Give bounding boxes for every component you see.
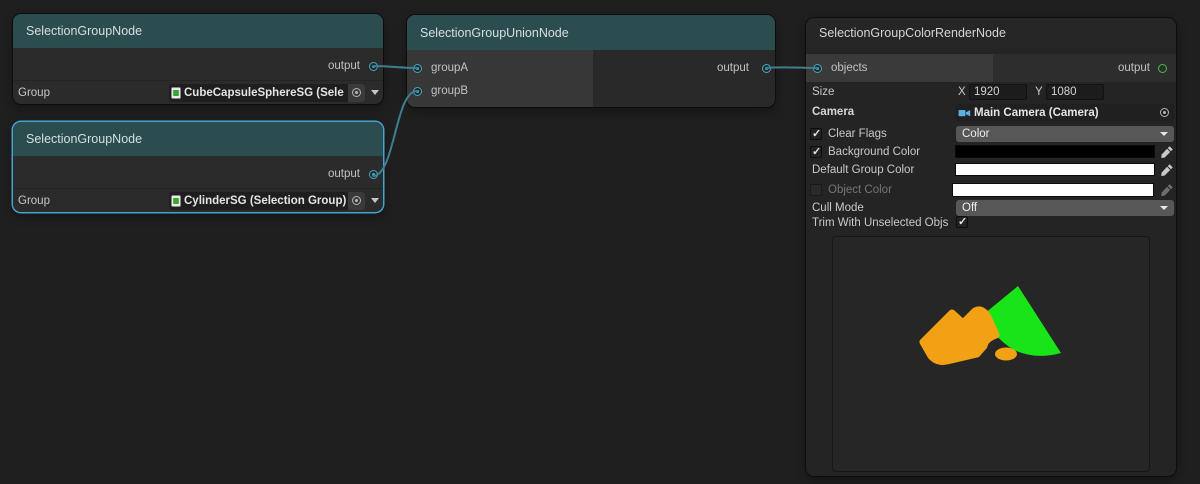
size-x-label: X [958, 86, 966, 98]
background-color-label: Background Color [828, 146, 920, 158]
input-port-groupB-label: groupB [431, 85, 468, 98]
node-selection-group-2[interactable]: SelectionGroupNode output Group Cylinder… [13, 122, 383, 212]
object-color-swatch [952, 183, 1154, 197]
background-color-checkbox[interactable] [810, 146, 822, 158]
group-label: Group [18, 87, 50, 99]
chevron-down-icon [1160, 206, 1168, 210]
object-picker-icon[interactable] [1160, 108, 1169, 117]
size-x-input[interactable]: 1920 [969, 84, 1027, 100]
preview-orange-shape [923, 310, 996, 362]
group-object-field[interactable]: CubeCapsuleSphereSG (Sele [169, 84, 365, 102]
object-color-label: Object Color [828, 184, 892, 196]
group-field-row: Group CubeCapsuleSphereSG (Sele [13, 80, 383, 104]
object-picker-button[interactable] [348, 84, 365, 102]
group-label: Group [18, 195, 50, 207]
input-port-groupA-label: groupA [431, 62, 468, 75]
node-title: SelectionGroupColorRenderNode [819, 26, 1006, 40]
eyedropper-icon[interactable] [1160, 163, 1174, 177]
output-port-label: output [328, 168, 360, 181]
default-group-color-label: Default Group Color [812, 164, 914, 176]
object-color-row: Object Color [806, 181, 1176, 199]
group-dropdown-caret-icon[interactable] [371, 90, 379, 95]
output-port[interactable] [1158, 64, 1167, 73]
camera-row: Camera Main Camera (Camera) [806, 103, 1176, 121]
cull-mode-value: Off [962, 202, 977, 214]
camera-icon [958, 108, 971, 118]
trim-label: Trim With Unselected Objs [812, 217, 948, 229]
background-color-swatch[interactable] [955, 145, 1155, 158]
group-object-field[interactable]: CylinderSG (Selection Group) [169, 192, 365, 210]
input-ports-panel [407, 50, 593, 107]
node-title: SelectionGroupNode [26, 24, 142, 38]
default-group-color-swatch[interactable] [955, 163, 1155, 176]
object-color-checkbox[interactable] [810, 184, 822, 196]
clear-flags-dropdown[interactable]: Color [956, 126, 1174, 142]
size-y-label: Y [1035, 86, 1043, 98]
node-title-bar[interactable]: SelectionGroupColorRenderNode [806, 18, 1176, 48]
clear-flags-label: Clear Flags [828, 128, 887, 140]
chevron-down-icon [1160, 132, 1168, 136]
clear-flags-value: Color [962, 128, 989, 140]
size-label: Size [812, 86, 834, 98]
group-field-row: Group CylinderSG (Selection Group) [13, 188, 383, 212]
node-title: SelectionGroupUnionNode [420, 26, 569, 40]
node-title-bar[interactable]: SelectionGroupNode [13, 122, 383, 156]
selection-group-asset-icon [171, 87, 181, 99]
selection-group-asset-icon [171, 195, 181, 207]
node-selection-group-color-render[interactable]: SelectionGroupColorRenderNode objects ou… [806, 18, 1176, 476]
edge-union-output-to-objects[interactable] [766, 67, 817, 68]
preview-green-shape [984, 286, 1061, 356]
input-port-objects-label: objects [831, 62, 867, 75]
eyedropper-icon [1160, 183, 1174, 197]
camera-object-field[interactable]: Main Camera (Camera) [955, 104, 1174, 121]
node-body [407, 50, 775, 107]
node-selection-group-union[interactable]: SelectionGroupUnionNode groupA groupB ou… [407, 15, 775, 107]
group-object-value: CubeCapsuleSphereSG (Sele [181, 87, 348, 99]
output-port-label: output [717, 62, 749, 75]
trim-row: Trim With Unselected Objs [806, 214, 1176, 232]
preview-orange-ellipse [995, 348, 1017, 361]
size-y-input[interactable]: 1080 [1046, 84, 1104, 100]
graph-canvas[interactable]: SelectionGroupNode output Group CubeCaps… [0, 0, 1200, 484]
object-picker-button[interactable] [348, 192, 365, 210]
output-port-label: output [1118, 62, 1150, 75]
object-picker-icon [352, 88, 361, 97]
camera-object-value: Main Camera (Camera) [974, 107, 1160, 119]
output-port-label: output [328, 60, 360, 73]
node-title-bar[interactable]: SelectionGroupUnionNode [407, 15, 775, 50]
node-selection-group-1[interactable]: SelectionGroupNode output Group CubeCaps… [13, 14, 383, 104]
render-preview-image [833, 237, 1149, 471]
group-dropdown-caret-icon[interactable] [371, 198, 379, 203]
node-title: SelectionGroupNode [26, 132, 142, 146]
object-picker-icon [352, 196, 361, 205]
group-object-value: CylinderSG (Selection Group) [181, 195, 348, 207]
size-row: Size X 1920 Y 1080 [806, 83, 1176, 101]
clear-flags-row: Clear Flags Color [806, 125, 1176, 143]
camera-label: Camera [812, 106, 854, 118]
default-group-color-row: Default Group Color [806, 161, 1176, 179]
clear-flags-checkbox[interactable] [810, 128, 822, 140]
output-port[interactable] [369, 170, 378, 179]
node-title-bar[interactable]: SelectionGroupNode [13, 14, 383, 48]
cull-mode-label: Cull Mode [812, 202, 864, 214]
eyedropper-icon[interactable] [1160, 145, 1174, 159]
background-color-row: Background Color [806, 143, 1176, 161]
render-preview-panel [833, 237, 1149, 471]
trim-checkbox[interactable] [956, 216, 968, 228]
